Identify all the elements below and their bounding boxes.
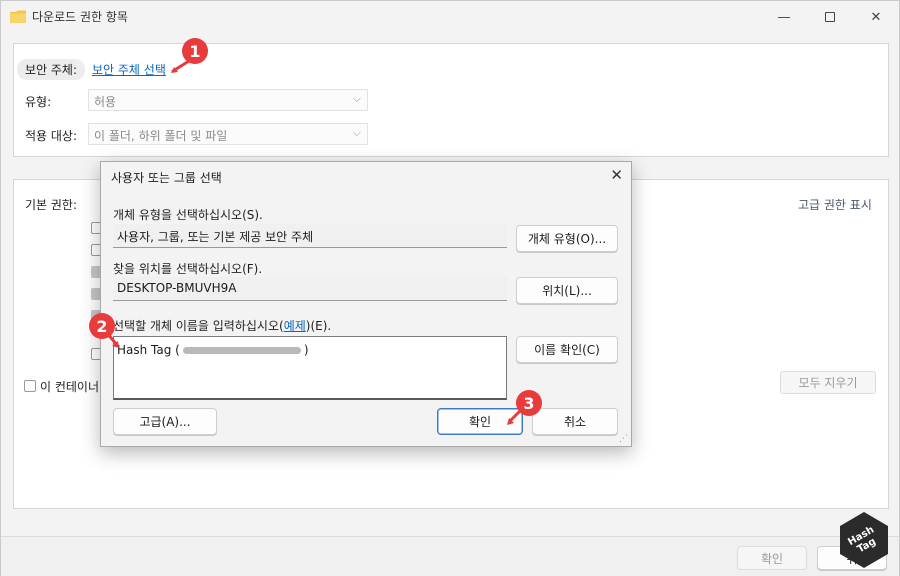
select-user-dialog: 사용자 또는 그룹 선택 ✕ 개체 유형을 선택하십시오(S). 사용자, 그룹… — [100, 161, 632, 447]
arrow-pointer-icon — [105, 331, 119, 348]
object-name-value-end: ) — [303, 343, 309, 357]
maximize-button[interactable] — [807, 1, 853, 33]
type-combo[interactable]: 허용 ⌵ — [88, 89, 368, 111]
applies-to-label: 적용 대상: — [25, 129, 78, 143]
object-name-label-suffix: )(E). — [305, 319, 332, 333]
object-type-label: 개체 유형을 선택하십시오(S). — [113, 208, 263, 222]
arrow-pointer-icon — [507, 409, 522, 425]
dialog-cancel-button[interactable]: 취소 — [532, 408, 618, 435]
close-button[interactable]: ✕ — [853, 1, 899, 33]
footer-ok-button[interactable]: 확인 — [737, 546, 807, 570]
object-types-button[interactable]: 개체 유형(O)... — [516, 225, 618, 252]
permission-entry-window: 다운로드 권한 항목 — ✕ 보안 주체: 보안 주체 선택 유형: 허용 ⌵ … — [0, 0, 900, 576]
object-name-label: 선택할 개체 이름을 입력하십시오(예제)(E). — [113, 317, 331, 334]
footer-bar: 확인 취 — [1, 536, 899, 576]
principal-label: 보안 주체: — [17, 59, 86, 80]
arrow-pointer-icon — [171, 59, 191, 73]
applies-to-value: 이 폴더, 하위 폴더 및 파일 — [94, 129, 228, 143]
principal-panel: 보안 주체: 보안 주체 선택 유형: 허용 ⌵ 적용 대상: 이 폴더, 하위… — [13, 43, 889, 157]
redacted-name — [182, 347, 301, 354]
basic-permissions-label: 기본 권한: — [25, 198, 78, 212]
folder-icon — [10, 10, 26, 23]
location-field: DESKTOP-BMUVH9A — [113, 277, 507, 301]
chevron-down-icon: ⌵ — [352, 92, 361, 105]
location-label: 찾을 위치를 선택하십시오(F). — [113, 262, 263, 276]
type-label: 유형: — [25, 95, 52, 109]
maximize-icon — [825, 12, 835, 22]
chevron-down-icon: ⌵ — [352, 126, 361, 139]
window-title: 다운로드 권한 항목 — [32, 10, 128, 24]
dialog-close-icon[interactable]: ✕ — [610, 166, 623, 184]
show-advanced-link[interactable]: 고급 권한 표시 — [798, 196, 872, 213]
clear-all-button[interactable]: 모두 지우기 — [780, 371, 876, 394]
check-names-button[interactable]: 이름 확인(C) — [516, 336, 618, 363]
resize-grip-icon[interactable]: ⋰ — [619, 434, 628, 444]
dialog-title: 사용자 또는 그룹 선택 — [111, 171, 222, 185]
object-type-field: 사용자, 그룹, 또는 기본 제공 보안 주체 — [113, 224, 507, 248]
select-principal-link[interactable]: 보안 주체 선택 — [92, 61, 166, 78]
object-name-value: Hash Tag ( — [117, 343, 180, 357]
locations-button[interactable]: 위치(L)... — [516, 277, 618, 304]
applies-to-combo[interactable]: 이 폴더, 하위 폴더 및 파일 ⌵ — [88, 123, 368, 145]
minimize-icon: — — [777, 9, 791, 25]
object-name-input[interactable]: Hash Tag () — [113, 336, 507, 400]
object-name-label-prefix: 선택할 개체 이름을 입력하십시오( — [113, 319, 284, 333]
advanced-button[interactable]: 고급(A)... — [113, 408, 217, 435]
minimize-button[interactable]: — — [761, 1, 807, 33]
inherit-checkbox[interactable] — [24, 380, 36, 392]
close-icon: ✕ — [870, 9, 882, 25]
examples-link[interactable]: 예제 — [284, 319, 306, 333]
type-value: 허용 — [94, 95, 117, 109]
inherit-label: 이 컨테이너 — [40, 380, 100, 394]
hashtag-logo-icon: Hash Tag — [840, 512, 888, 568]
title-bar: 다운로드 권한 항목 — ✕ — [1, 1, 899, 33]
